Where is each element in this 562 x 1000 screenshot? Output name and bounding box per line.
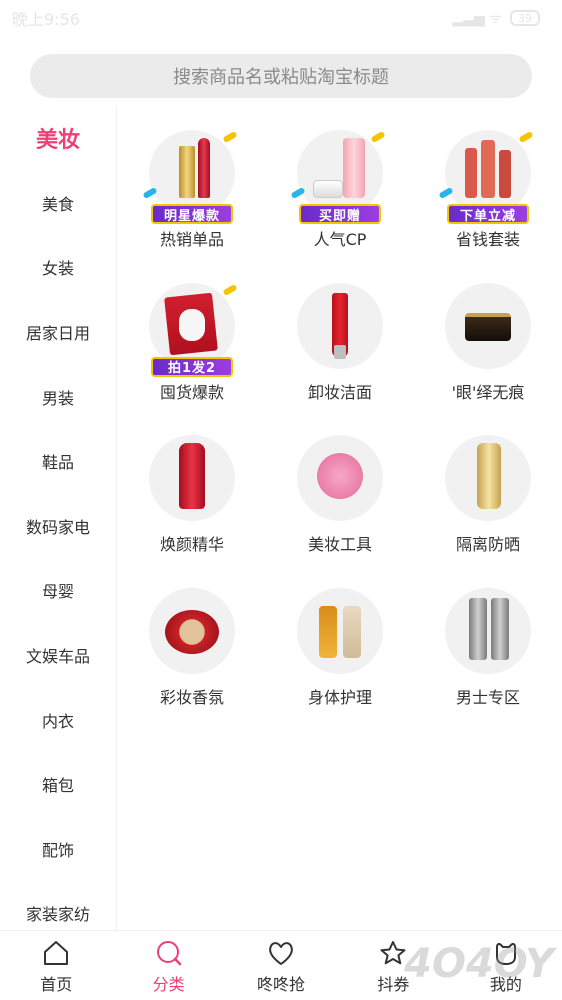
cleanser-tube-icon [297,282,383,369]
tab-flash-sale[interactable]: 咚咚抢 [225,931,337,1000]
skincare-set-icon: 下单立减 [438,130,534,224]
grid-item-sunscreen[interactable]: 隔离防晒 [414,435,562,588]
cleansing-brush-icon [297,435,383,521]
status-bar: 晚上9:56 ▂▃▅ ᯤ 39 [0,0,562,36]
grid-item-hot-sellers[interactable]: 明星爆款 热销单品 [118,130,266,283]
body-oil-icon [297,587,383,674]
bottom-tab-bar: 首页 分类 咚咚抢 抖券 我的 [0,930,562,1000]
search-bubble-icon [156,941,181,966]
sidebar-item-baby[interactable]: 母婴 [0,558,116,623]
sidebar-item-accessories[interactable]: 配饰 [0,817,116,882]
lipstick-icon: 明星爆款 [142,130,238,224]
sidebar-item-electronics[interactable]: 数码家电 [0,494,116,559]
sidebar-item-home[interactable]: 居家日用 [0,300,116,365]
mens-care-icon [445,587,531,674]
tab-category[interactable]: 分类 [112,931,224,1000]
sidebar-item-beauty[interactable]: 美妆 [0,106,116,171]
grid-item-label: 男士专区 [455,687,520,707]
grid-item-label: 热销单品 [159,230,224,249]
grid-item-label: 隔离防晒 [455,535,520,554]
status-icons: ▂▃▅ ᯤ 39 [452,9,540,28]
eye-cream-icon [445,282,531,369]
grid-item-serums[interactable]: 焕颜精华 [118,435,266,588]
grid-item-body-care[interactable]: 身体护理 [266,587,414,741]
grid-item-value-sets[interactable]: 下单立减 省钱套装 [414,130,562,283]
lotion-set-icon: 买即赠 [290,130,386,224]
battery-icon: 39 [510,10,540,26]
grid-item-label: 身体护理 [307,687,372,707]
search-input[interactable]: 搜索商品名或粘贴淘宝标题 [30,54,532,98]
grid-item-beauty-tools[interactable]: 美妆工具 [266,435,414,588]
grid-item-label: 焕颜精华 [159,535,224,554]
grid-item-label: 彩妆香氛 [159,687,224,707]
grid-item-eye-care[interactable]: '眼'绎无痕 [414,282,562,436]
face-mask-icon: 拍1发2 [149,282,238,377]
sidebar-item-food[interactable]: 美食 [0,171,116,236]
star-icon [380,941,406,965]
sidebar-item-shoes[interactable]: 鞋品 [0,429,116,494]
grid-item-label: '眼'绎无痕 [451,382,525,402]
user-icon [495,942,516,965]
sidebar-item-mens-clothing[interactable]: 男装 [0,364,116,429]
promo-badge: 拍1发2 [151,356,233,377]
grid-item-label: 卸妆洁面 [307,382,372,402]
sidebar-item-underwear[interactable]: 内衣 [0,687,116,752]
grid-item-label: 人气CP [313,230,367,249]
grid-item-label: 囤货爆款 [159,382,224,402]
tab-home[interactable]: 首页 [0,931,112,1000]
tab-profile[interactable]: 我的 [450,931,562,1000]
serum-bottle-icon [149,435,235,521]
sidebar-item-womens-clothing[interactable]: 女装 [0,235,116,300]
tab-coupons[interactable]: 抖券 [337,931,449,1000]
grid-item-label: 美妆工具 [307,535,372,554]
sidebar-item-entertainment-auto[interactable]: 文娱车品 [0,623,116,688]
sidebar-item-home-textiles[interactable]: 家装家纺 [0,881,116,930]
sidebar-item-bags[interactable]: 箱包 [0,752,116,817]
grid-item-label: 省钱套装 [455,230,520,249]
grid-item-cleansers[interactable]: 卸妆洁面 [266,282,414,436]
sunscreen-icon [445,435,531,521]
grid-item-mens-zone[interactable]: 男士专区 [414,587,562,741]
promo-badge: 明星爆款 [151,204,233,224]
heart-icon [269,942,293,965]
home-icon [44,941,69,965]
promo-badge: 买即赠 [299,204,381,224]
cushion-compact-icon [149,587,235,674]
promo-badge: 下单立减 [447,204,529,224]
grid-item-makeup-fragrance[interactable]: 彩妆香氛 [118,587,266,741]
status-time: 晚上9:56 [12,10,80,29]
grid-item-popular-cp[interactable]: 买即赠 人气CP [266,130,414,283]
subcategory-grid: 明星爆款 热销单品 买即赠 人气CP 下单立减 省钱套装 拍1发2 囤货爆款 卸… [118,130,562,740]
category-sidebar: 美妆 美食 女装 居家日用 男装 鞋品 数码家电 母婴 文娱车品 内衣 箱包 配… [0,106,117,930]
grid-item-stock-up[interactable]: 拍1发2 囤货爆款 [118,282,266,436]
search-placeholder: 搜索商品名或粘贴淘宝标题 [173,67,389,88]
signal-icon: ▂▃▅ ᯤ [452,10,502,27]
